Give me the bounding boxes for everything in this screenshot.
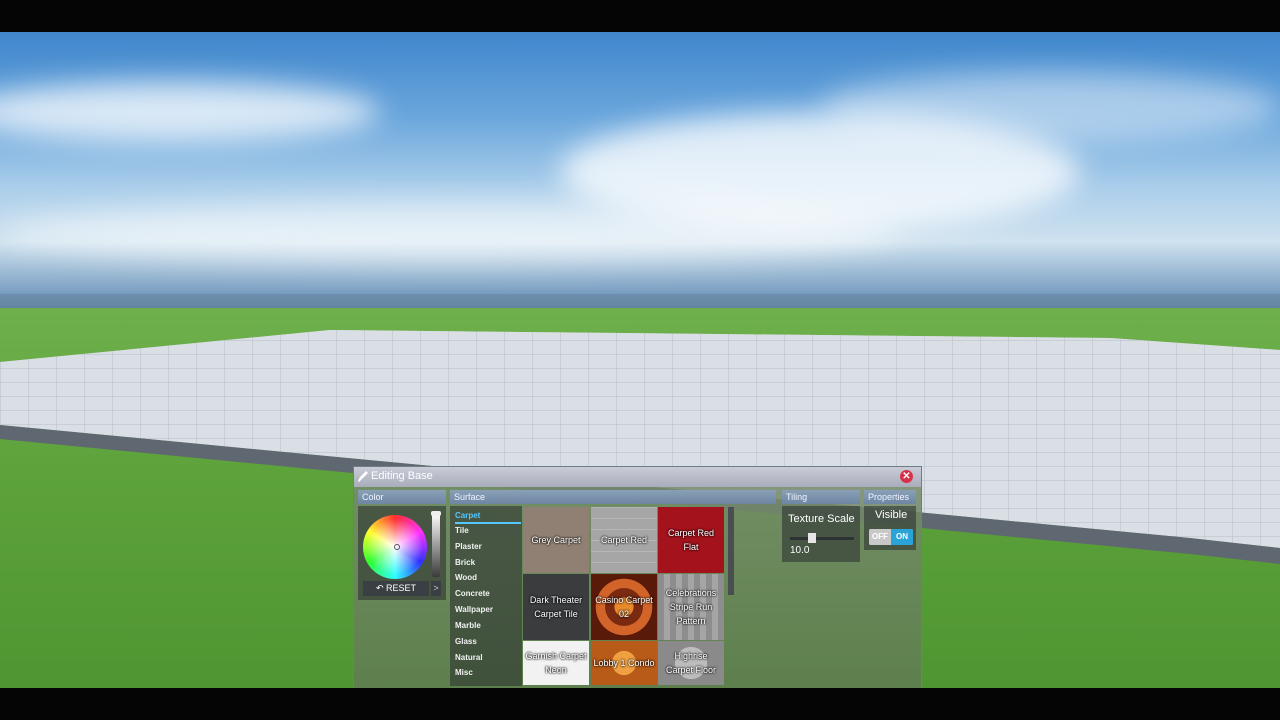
material-tile[interactable]: Grey Carpet — [523, 507, 589, 573]
editing-base-panel: Editing Base ✕ Color Surface Tiling Prop… — [353, 466, 922, 690]
material-tile[interactable]: Celebrations Stripe Run Pattern — [658, 574, 724, 640]
material-scrollbar[interactable] — [728, 507, 734, 595]
section-color-header: Color — [358, 490, 446, 504]
visible-label: Visible — [875, 509, 908, 521]
category-wood[interactable]: Wood — [455, 570, 521, 585]
category-wallpaper[interactable]: Wallpaper — [455, 602, 521, 617]
reset-label: RESET — [386, 583, 417, 593]
color-picker-marker[interactable] — [394, 544, 400, 550]
section-properties-header: Properties — [864, 490, 916, 504]
category-marble[interactable]: Marble — [455, 618, 521, 633]
reset-button[interactable]: ↶ RESET — [363, 581, 429, 596]
texture-scale-handle[interactable] — [808, 533, 816, 543]
category-plaster[interactable]: Plaster — [455, 539, 521, 554]
letterbox-bottom — [0, 688, 1280, 720]
material-tile[interactable]: Carpet Red — [591, 507, 657, 573]
category-concrete[interactable]: Concrete — [455, 586, 521, 601]
material-tile[interactable]: Carpet Red Flat — [658, 507, 724, 573]
category-tile[interactable]: Tile — [455, 523, 521, 538]
category-glass[interactable]: Glass — [455, 634, 521, 649]
material-tile[interactable]: Lobby 1 Condo — [591, 641, 657, 685]
visible-toggle[interactable]: OFF ON — [869, 529, 913, 545]
texture-scale-value: 10.0 — [790, 545, 810, 556]
material-tile[interactable]: Garnish Carpet Neon — [523, 641, 589, 685]
brightness-slider[interactable] — [432, 513, 440, 577]
category-misc[interactable]: Misc — [455, 665, 521, 680]
brightness-slider-handle[interactable] — [431, 511, 441, 516]
undo-icon: ↶ — [375, 583, 384, 593]
letterbox-top — [0, 0, 1280, 32]
toggle-off[interactable]: OFF — [869, 529, 891, 545]
texture-scale-slider[interactable] — [790, 537, 854, 540]
section-surface-header: Surface — [450, 490, 776, 504]
material-tile[interactable]: Dark Theater Carpet Tile — [523, 574, 589, 640]
material-tile[interactable]: Highrise Carpet Floor — [658, 641, 724, 685]
texture-scale-label: Texture Scale — [788, 513, 855, 525]
toggle-on[interactable]: ON — [891, 529, 913, 545]
brush-icon — [358, 471, 368, 482]
panel-title: Editing Base — [371, 470, 433, 482]
material-tile[interactable]: Casino Carpet 02 — [591, 574, 657, 640]
close-icon[interactable]: ✕ — [900, 470, 913, 483]
category-carpet[interactable]: Carpet — [455, 509, 521, 524]
category-natural[interactable]: Natural — [455, 650, 521, 665]
section-tiling-header: Tiling — [782, 490, 860, 504]
category-brick[interactable]: Brick — [455, 555, 521, 570]
color-next-button[interactable]: > — [431, 581, 441, 596]
panel-titlebar[interactable]: Editing Base ✕ — [354, 467, 921, 487]
